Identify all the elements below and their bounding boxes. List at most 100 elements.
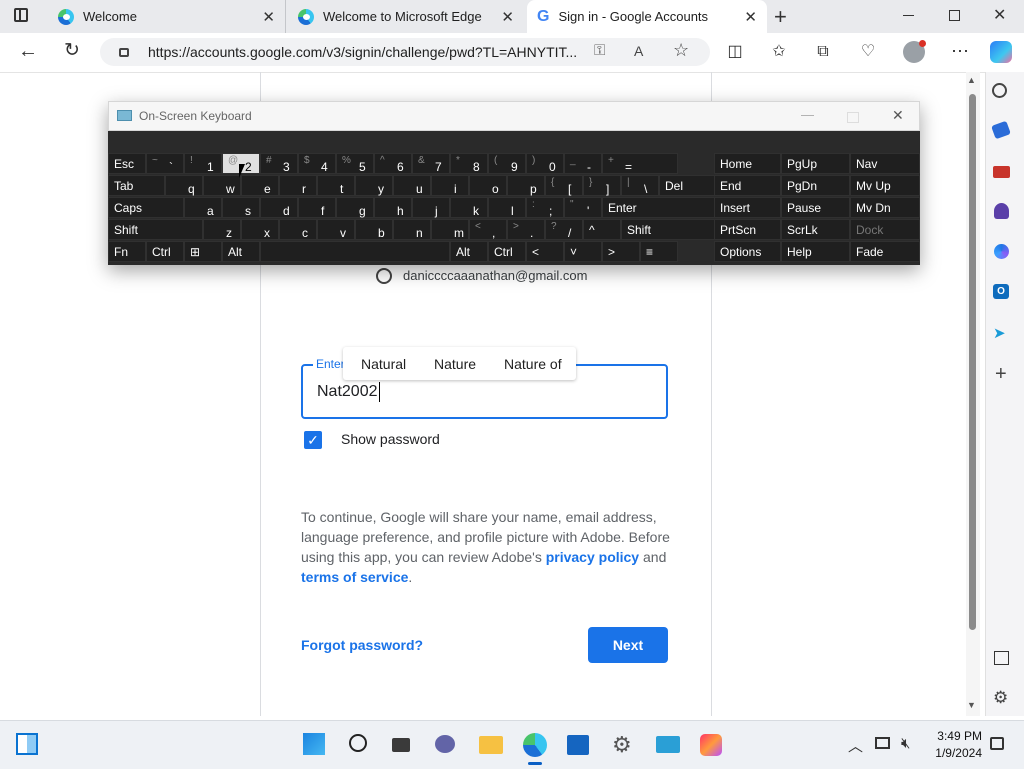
privacy-policy-link[interactable]: privacy policy <box>546 549 639 565</box>
games-icon[interactable] <box>994 203 1009 219</box>
minimize-icon[interactable] <box>903 15 914 16</box>
osk-key[interactable]: < <box>526 241 564 262</box>
osk-key[interactable]: $4 <box>298 153 336 174</box>
osk-key[interactable]: c <box>279 219 317 240</box>
scrollbar-thumb[interactable] <box>969 94 976 630</box>
creative-cloud-icon[interactable] <box>700 734 722 756</box>
profile-avatar[interactable] <box>903 40 926 63</box>
osk-nav-key[interactable]: Insert <box>714 197 781 218</box>
osk-key[interactable]: ^ <box>583 219 621 240</box>
osk-key[interactable]: + = <box>602 153 678 174</box>
osk-key[interactable]: a <box>184 197 222 218</box>
osk-key[interactable]: d <box>260 197 298 218</box>
osk-key[interactable]: h <box>374 197 412 218</box>
osk-titlebar[interactable]: On-Screen Keyboard — ✕ <box>108 101 920 131</box>
osk-key[interactable]: Enter <box>602 197 716 218</box>
osk-key[interactable]: Alt <box>450 241 488 262</box>
osk-key[interactable]: {[ <box>545 175 583 196</box>
osk-key[interactable]: * 8 <box>450 153 488 174</box>
osk-key[interactable]: o <box>469 175 507 196</box>
split-screen-icon[interactable]: ◫ <box>724 41 746 63</box>
osk-close-icon[interactable]: ✕ <box>892 107 904 124</box>
osk-key[interactable]: n <box>393 219 431 240</box>
osk-key[interactable]: % 5 <box>336 153 374 174</box>
browser-essentials-icon[interactable]: ♡ <box>857 41 879 63</box>
osk-key[interactable]: ! 1 <box>184 153 222 174</box>
osk-key[interactable]: }] <box>583 175 621 196</box>
forgot-password-link[interactable]: Forgot password? <box>301 637 423 653</box>
taskbar-search-icon[interactable] <box>349 734 367 752</box>
osk-key[interactable]: i <box>431 175 469 196</box>
remote-desktop-icon[interactable] <box>656 736 680 753</box>
osk-key[interactable]: g <box>336 197 374 218</box>
osk-key[interactable]: r <box>279 175 317 196</box>
tab-welcome-edge[interactable]: Welcome to Microsoft Edge ✕ <box>288 0 524 33</box>
widgets-icon[interactable] <box>16 733 38 755</box>
osk-nav-key[interactable]: PrtScn <box>714 219 781 240</box>
settings-gear-icon[interactable]: ⚙ <box>993 688 1008 708</box>
osk-key[interactable]: Ctrl <box>488 241 526 262</box>
osk-key[interactable]: Tab <box>108 175 165 196</box>
osk-nav-key[interactable]: Mv Up <box>850 175 920 196</box>
show-password-label[interactable]: Show password <box>341 431 440 447</box>
account-email[interactable]: daniccccaaanathan@gmail.com <box>403 268 587 283</box>
osk-key[interactable]: <, <box>469 219 507 240</box>
osk-nav-key[interactable]: Fade <box>850 241 920 262</box>
osk-key[interactable]: b <box>355 219 393 240</box>
osk-key[interactable]: q <box>165 175 203 196</box>
osk-nav-key[interactable]: Options <box>714 241 781 262</box>
osk-key[interactable]: Del <box>659 175 716 196</box>
osk-key[interactable]: Shift <box>108 219 203 240</box>
close-tab-icon[interactable]: ✕ <box>501 8 514 26</box>
hide-sidebar-icon[interactable] <box>994 651 1009 665</box>
clock-time[interactable]: 3:49 PM <box>934 729 982 743</box>
suggestion-item[interactable]: Natural <box>361 356 406 372</box>
osk-key[interactable]: m <box>431 219 469 240</box>
osk-key[interactable]: k <box>450 197 488 218</box>
osk-key[interactable]: | \ <box>621 175 659 196</box>
suggestion-item[interactable]: Nature of <box>504 356 562 372</box>
osk-key[interactable]: v <box>317 219 355 240</box>
start-icon[interactable] <box>303 733 325 755</box>
file-explorer-icon[interactable] <box>479 736 503 754</box>
restore-icon[interactable] <box>949 10 960 21</box>
tab-google-signin[interactable]: G Sign in - Google Accounts ✕ <box>527 0 767 33</box>
task-view-icon[interactable] <box>392 738 410 752</box>
osk-key[interactable]: Ctrl <box>146 241 184 262</box>
scroll-down-icon[interactable]: ▼ <box>967 700 976 710</box>
network-icon[interactable] <box>875 737 890 749</box>
suggestion-item[interactable]: Nature <box>434 356 476 372</box>
volume-muted-icon[interactable]: 🔇︎ <box>901 735 910 752</box>
terms-of-service-link[interactable]: terms of service <box>301 569 408 585</box>
close-tab-icon[interactable]: ✕ <box>744 8 757 26</box>
favorites-icon[interactable]: ✩ <box>768 41 790 63</box>
settings-icon[interactable]: ⚙ <box>612 732 632 758</box>
copilot-icon[interactable] <box>990 41 1012 63</box>
osk-key[interactable]: z <box>203 219 241 240</box>
osk-nav-key[interactable]: Help <box>781 241 850 262</box>
show-hidden-icons-icon[interactable]: ︿ <box>848 735 863 756</box>
osk-nav-key[interactable]: Pause <box>781 197 850 218</box>
new-tab-icon[interactable]: + <box>774 4 787 30</box>
osk-nav-key[interactable]: Nav <box>850 153 920 174</box>
osk-minimize-icon[interactable]: — <box>801 107 814 122</box>
add-sidebar-icon[interactable]: + <box>995 363 1007 386</box>
osk-key[interactable]: (9 <box>488 153 526 174</box>
osk-key[interactable]: f <box>298 197 336 218</box>
osk-key[interactable]: >. <box>507 219 545 240</box>
notification-icon[interactable] <box>990 737 1004 750</box>
send-icon[interactable]: ➤ <box>993 324 1006 342</box>
refresh-icon[interactable]: ↻ <box>61 40 83 62</box>
clock-date[interactable]: 1/9/2024 <box>934 746 982 760</box>
osk-key[interactable]: s <box>222 197 260 218</box>
osk-key[interactable]: " ' <box>564 197 602 218</box>
osk-key[interactable]: ) 0 <box>526 153 564 174</box>
close-window-icon[interactable]: ✕ <box>993 5 1006 25</box>
back-icon[interactable]: ← <box>17 40 39 62</box>
tools-icon[interactable] <box>993 166 1010 178</box>
osk-key[interactable]: u <box>393 175 431 196</box>
osk-key[interactable]: Esc <box>108 153 146 174</box>
osk-maximize-icon[interactable] <box>847 112 859 123</box>
osk-key[interactable]: _ - <box>564 153 602 174</box>
teams-chat-icon[interactable] <box>435 735 455 753</box>
